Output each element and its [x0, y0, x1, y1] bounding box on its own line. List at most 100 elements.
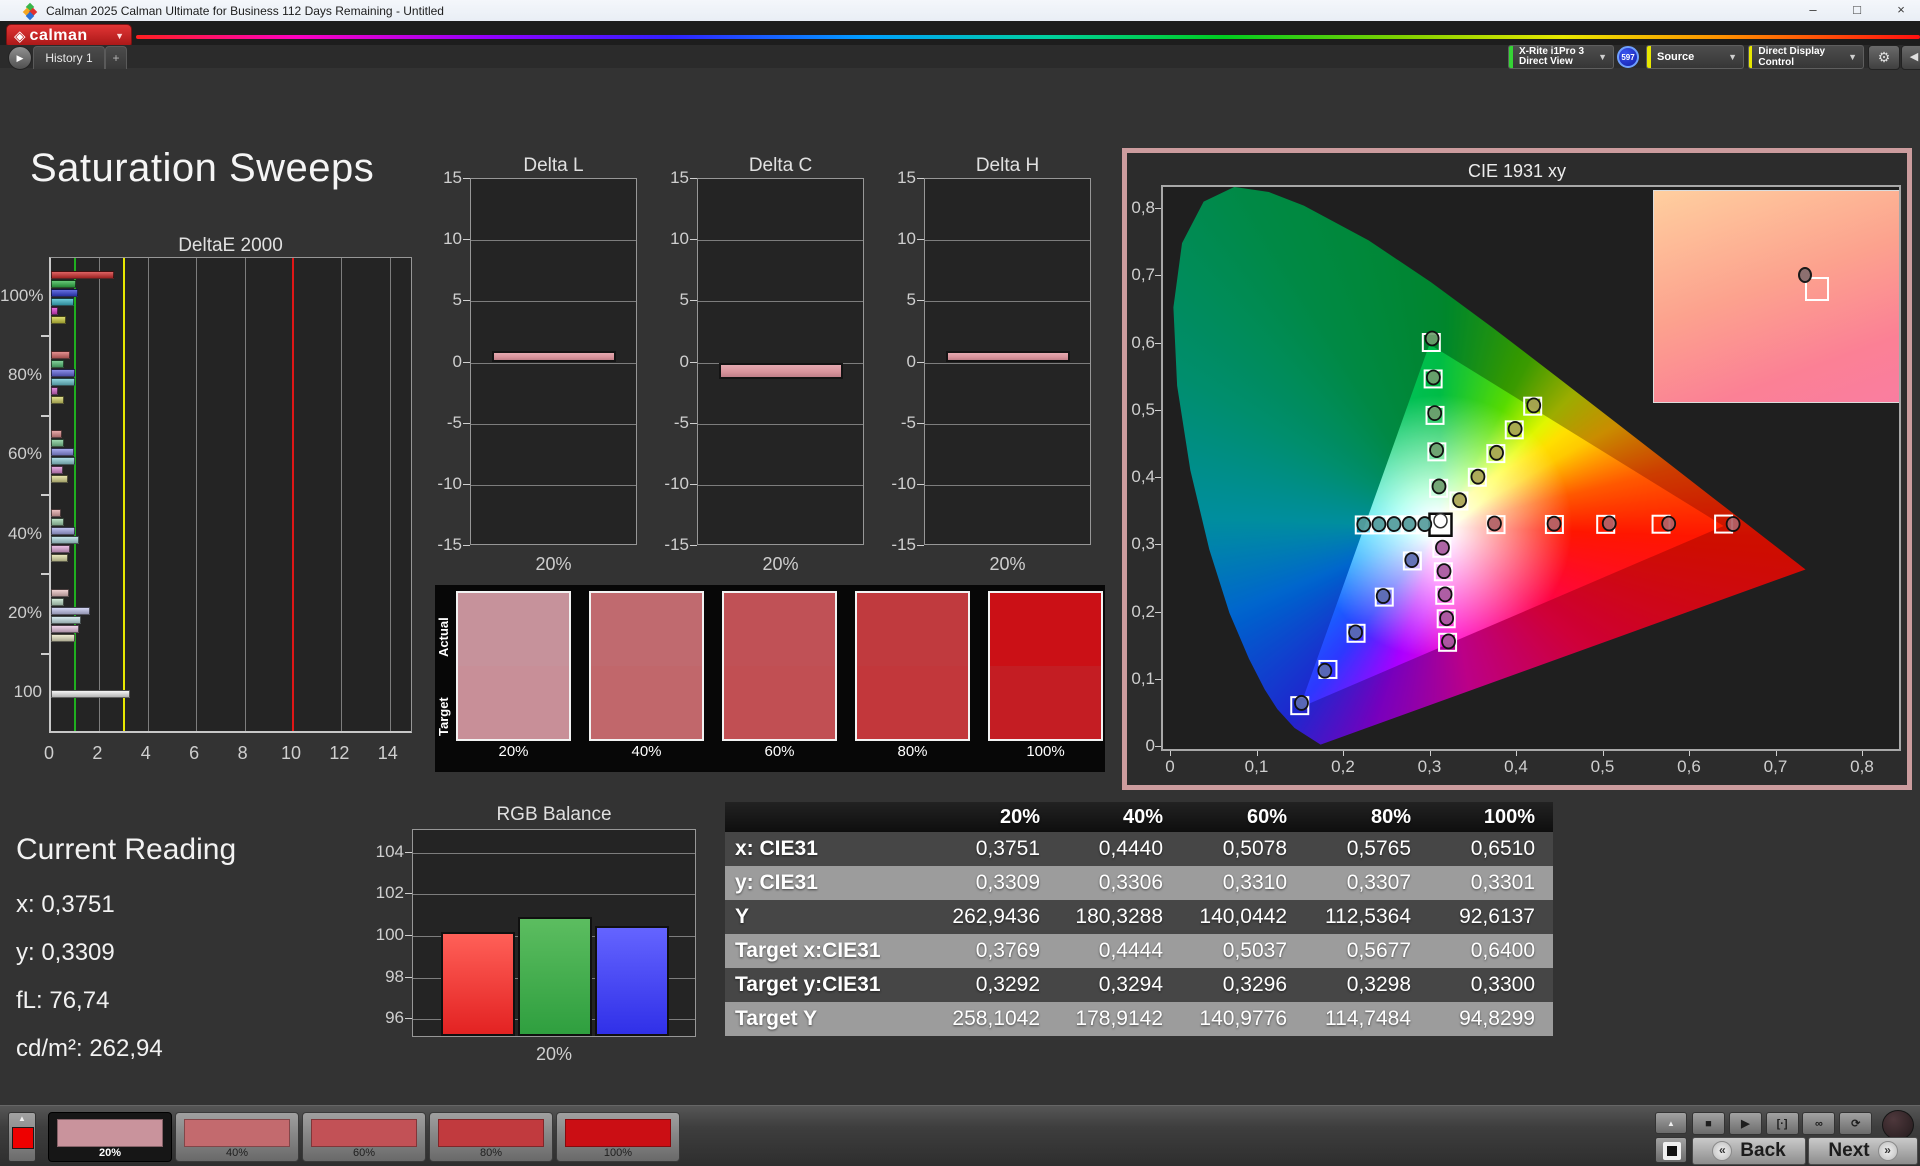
square-icon-inner: [1667, 1146, 1677, 1156]
axis-tick: [405, 935, 412, 937]
play-button[interactable]: ▶: [1728, 1112, 1762, 1135]
table-cell: 0,6510: [1470, 837, 1535, 860]
table-cell: 0,3301: [1470, 871, 1535, 894]
axis-tick: [1155, 746, 1161, 747]
table-cell: 0,5037: [1222, 939, 1287, 962]
single-button[interactable]: [·]: [1765, 1112, 1799, 1135]
axis-tick: [41, 652, 49, 655]
axis-tick: [463, 239, 470, 241]
saturation-level-button-20%[interactable]: 20%: [48, 1112, 172, 1162]
table-row: Y 262,9436 180,3288 140,0442 112,5364 92,6137: [725, 900, 1553, 934]
delta-ylabel: -10: [891, 473, 916, 493]
delta-xlabel: 20%: [535, 554, 572, 574]
axis-tick: [690, 361, 697, 363]
delta-ylabel: 15: [897, 168, 916, 187]
gridline: [471, 423, 636, 425]
axis-tick: [1155, 477, 1161, 478]
saturation-level-button-40%[interactable]: 40%: [175, 1112, 299, 1162]
patch-display-button[interactable]: [1655, 1137, 1687, 1163]
rgb-xlabel: 20%: [535, 1044, 573, 1064]
deltae-bar: [51, 606, 90, 615]
swatch-100%: [988, 591, 1103, 741]
cie-1931-panel: CIE 1931 xy 0 0,1 0,2 0,3 0,4 0,5 0,6 0,7 0,8 0 0,…: [1122, 148, 1912, 790]
settings-button[interactable]: ⚙: [1868, 45, 1900, 70]
delta-ylabel: 0: [906, 351, 916, 371]
delta-ylabel: 5: [906, 290, 916, 310]
collapse-panel-button[interactable]: ◀: [1901, 45, 1920, 70]
delta-xlabel: 20%: [762, 554, 799, 574]
patch-window-button[interactable]: ▲: [8, 1112, 36, 1162]
delta-plot: [470, 178, 637, 545]
minimize-icon[interactable]: –: [1798, 0, 1828, 21]
display-control-dropdown[interactable]: Direct Display Control ▼: [1748, 45, 1864, 69]
swatch-target: [724, 666, 835, 739]
axis-tick: [405, 976, 412, 978]
left-arrow-icon: ◀: [1909, 51, 1919, 63]
axis-tick: [463, 178, 470, 179]
saturation-chip: [184, 1119, 290, 1147]
table-header-row: 20% 40% 60% 80% 100%: [725, 802, 1553, 832]
refresh-button[interactable]: ⟳: [1839, 1112, 1873, 1135]
table-cell: 114,7484: [1324, 1007, 1411, 1030]
table-header-cell: 100%: [1483, 806, 1535, 828]
swatch-actual: [857, 593, 968, 666]
gridline: [413, 894, 695, 896]
rgb-bar-green: [518, 917, 592, 1036]
cie-xlabel: 0,1: [1244, 757, 1269, 776]
axis-tick: [1602, 751, 1604, 756]
delta-ylabel: -10: [664, 473, 689, 493]
delta-ylabel: -10: [437, 473, 462, 493]
meter-dropdown[interactable]: X-Rite i1Pro 3 Direct View ▼: [1508, 45, 1614, 69]
table-row: Target x:CIE31 0,3769 0,4444 0,5037 0,5677 0,…: [725, 934, 1553, 968]
axis-tick: [1155, 208, 1161, 209]
rgb-ylabel: 104: [375, 841, 404, 861]
measurement-table: 20% 40% 60% 80% 100% x: CIE31 0,3751 0,4440 0,50…: [725, 802, 1553, 1036]
delta-ylabel: -5: [673, 412, 689, 432]
table-row: Target Y 258,1042 178,9142 140,9776 114,7484…: [725, 1002, 1553, 1036]
deltae-bar: [51, 633, 76, 642]
delta-bar: [946, 351, 1070, 363]
next-button[interactable]: Next »: [1808, 1137, 1918, 1165]
saturation-label: 100%: [603, 1147, 633, 1159]
reading-y: y: 0,3309: [16, 939, 115, 966]
actual-target-swatch-panel: Actual Target 20% 40% 60% 80% 100%: [435, 585, 1105, 772]
stop-button[interactable]: ■: [1692, 1112, 1725, 1135]
expand-controls-button[interactable]: ▲: [1655, 1112, 1687, 1134]
table-cell: 178,9142: [1075, 1007, 1163, 1030]
table-row-label: Target x:CIE31: [735, 939, 881, 962]
axis-tick: [1689, 751, 1690, 756]
deltae-ylabel: 100: [13, 682, 42, 702]
loop-button[interactable]: ∞: [1802, 1112, 1836, 1135]
swatch-40%: [589, 591, 704, 741]
swatch-actual: [458, 593, 569, 666]
saturation-chip: [565, 1119, 671, 1147]
table-cell: 0,3307: [1346, 871, 1411, 894]
back-button[interactable]: « Back: [1692, 1137, 1806, 1165]
maximize-icon[interactable]: □: [1842, 0, 1872, 21]
source-dropdown[interactable]: Source ▼: [1646, 45, 1744, 69]
cie-ylabel: 0: [1145, 736, 1155, 755]
saturation-chip: [438, 1119, 544, 1147]
saturation-level-button-60%[interactable]: 60%: [302, 1112, 426, 1162]
meter-count-badge[interactable]: 597: [1617, 46, 1639, 68]
gridline: [698, 240, 863, 242]
cie-ylabel: 0,4: [1131, 467, 1155, 486]
bottom-bar: ▲ 20% 40% 60% 80% 100% ▲ ■ ▶ [·] ∞ ⟳ «Back Next»: [0, 1105, 1920, 1166]
swatch-20%: [456, 591, 571, 741]
table-cell: 140,9776: [1199, 1007, 1287, 1030]
axis-tick: [1862, 751, 1863, 756]
saturation-level-button-100%[interactable]: 100%: [556, 1112, 680, 1162]
axis-tick: [917, 361, 924, 363]
gridline: [925, 301, 1090, 303]
deltae-xlabel: 8: [237, 743, 248, 763]
delta-ylabel: 10: [897, 229, 916, 249]
axis-tick: [1516, 751, 1517, 756]
reading-fl: fL: 76,74: [16, 987, 110, 1014]
axis-tick: [690, 483, 697, 485]
swatch-actual: [990, 593, 1101, 666]
delta-plot: [924, 178, 1091, 545]
close-icon[interactable]: ×: [1886, 0, 1916, 21]
axis-tick: [405, 851, 412, 853]
saturation-level-button-80%[interactable]: 80%: [429, 1112, 553, 1162]
axis-tick: [405, 893, 412, 895]
